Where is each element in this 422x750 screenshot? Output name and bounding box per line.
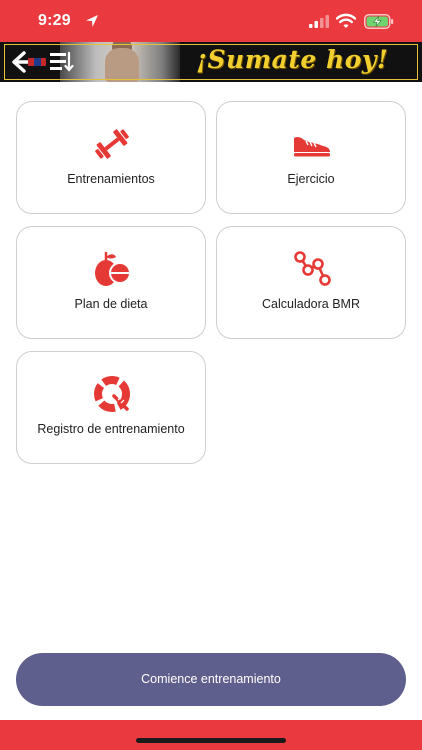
- progress-ring-icon: [94, 376, 130, 412]
- card-label: Entrenamientos: [67, 172, 155, 186]
- card-label: Plan de dieta: [74, 297, 148, 311]
- network-graph-icon: [294, 251, 331, 286]
- battery-charging-icon: [364, 14, 394, 29]
- card-registro-de-entrenamiento[interactable]: Registro de entrenamiento: [16, 351, 206, 464]
- card-ejercicio[interactable]: Ejercicio: [216, 101, 406, 214]
- card-label: Ejercicio: [287, 172, 335, 186]
- bottom-bar: [0, 720, 422, 750]
- fruit-bowl-icon: [95, 251, 131, 286]
- card-label: Calculadora BMR: [262, 297, 360, 311]
- banner-promo-text: ¡Sumate hoy!: [196, 45, 389, 74]
- back-arrow-icon[interactable]: [10, 49, 74, 75]
- card-label: Registro de entrenamiento: [37, 422, 185, 436]
- status-time: 9:29: [38, 12, 71, 29]
- card-calculadora-bmr[interactable]: Calculadora BMR: [216, 226, 406, 339]
- card-entrenamientos[interactable]: Entrenamientos: [16, 101, 206, 214]
- promo-banner[interactable]: ¡Sumate hoy!: [0, 42, 422, 82]
- wifi-icon: [336, 13, 356, 28]
- list-menu-icon: [50, 51, 74, 72]
- home-indicator[interactable]: [136, 738, 286, 743]
- start-workout-button[interactable]: Comience entrenamiento: [16, 653, 406, 706]
- location-arrow-icon: [86, 15, 98, 27]
- cellular-signal-icon: [309, 15, 329, 28]
- dumbbell-icon: [95, 129, 129, 159]
- sneaker-icon: [294, 136, 330, 157]
- status-bar: 9:29: [0, 0, 422, 42]
- card-plan-de-dieta[interactable]: Plan de dieta: [16, 226, 206, 339]
